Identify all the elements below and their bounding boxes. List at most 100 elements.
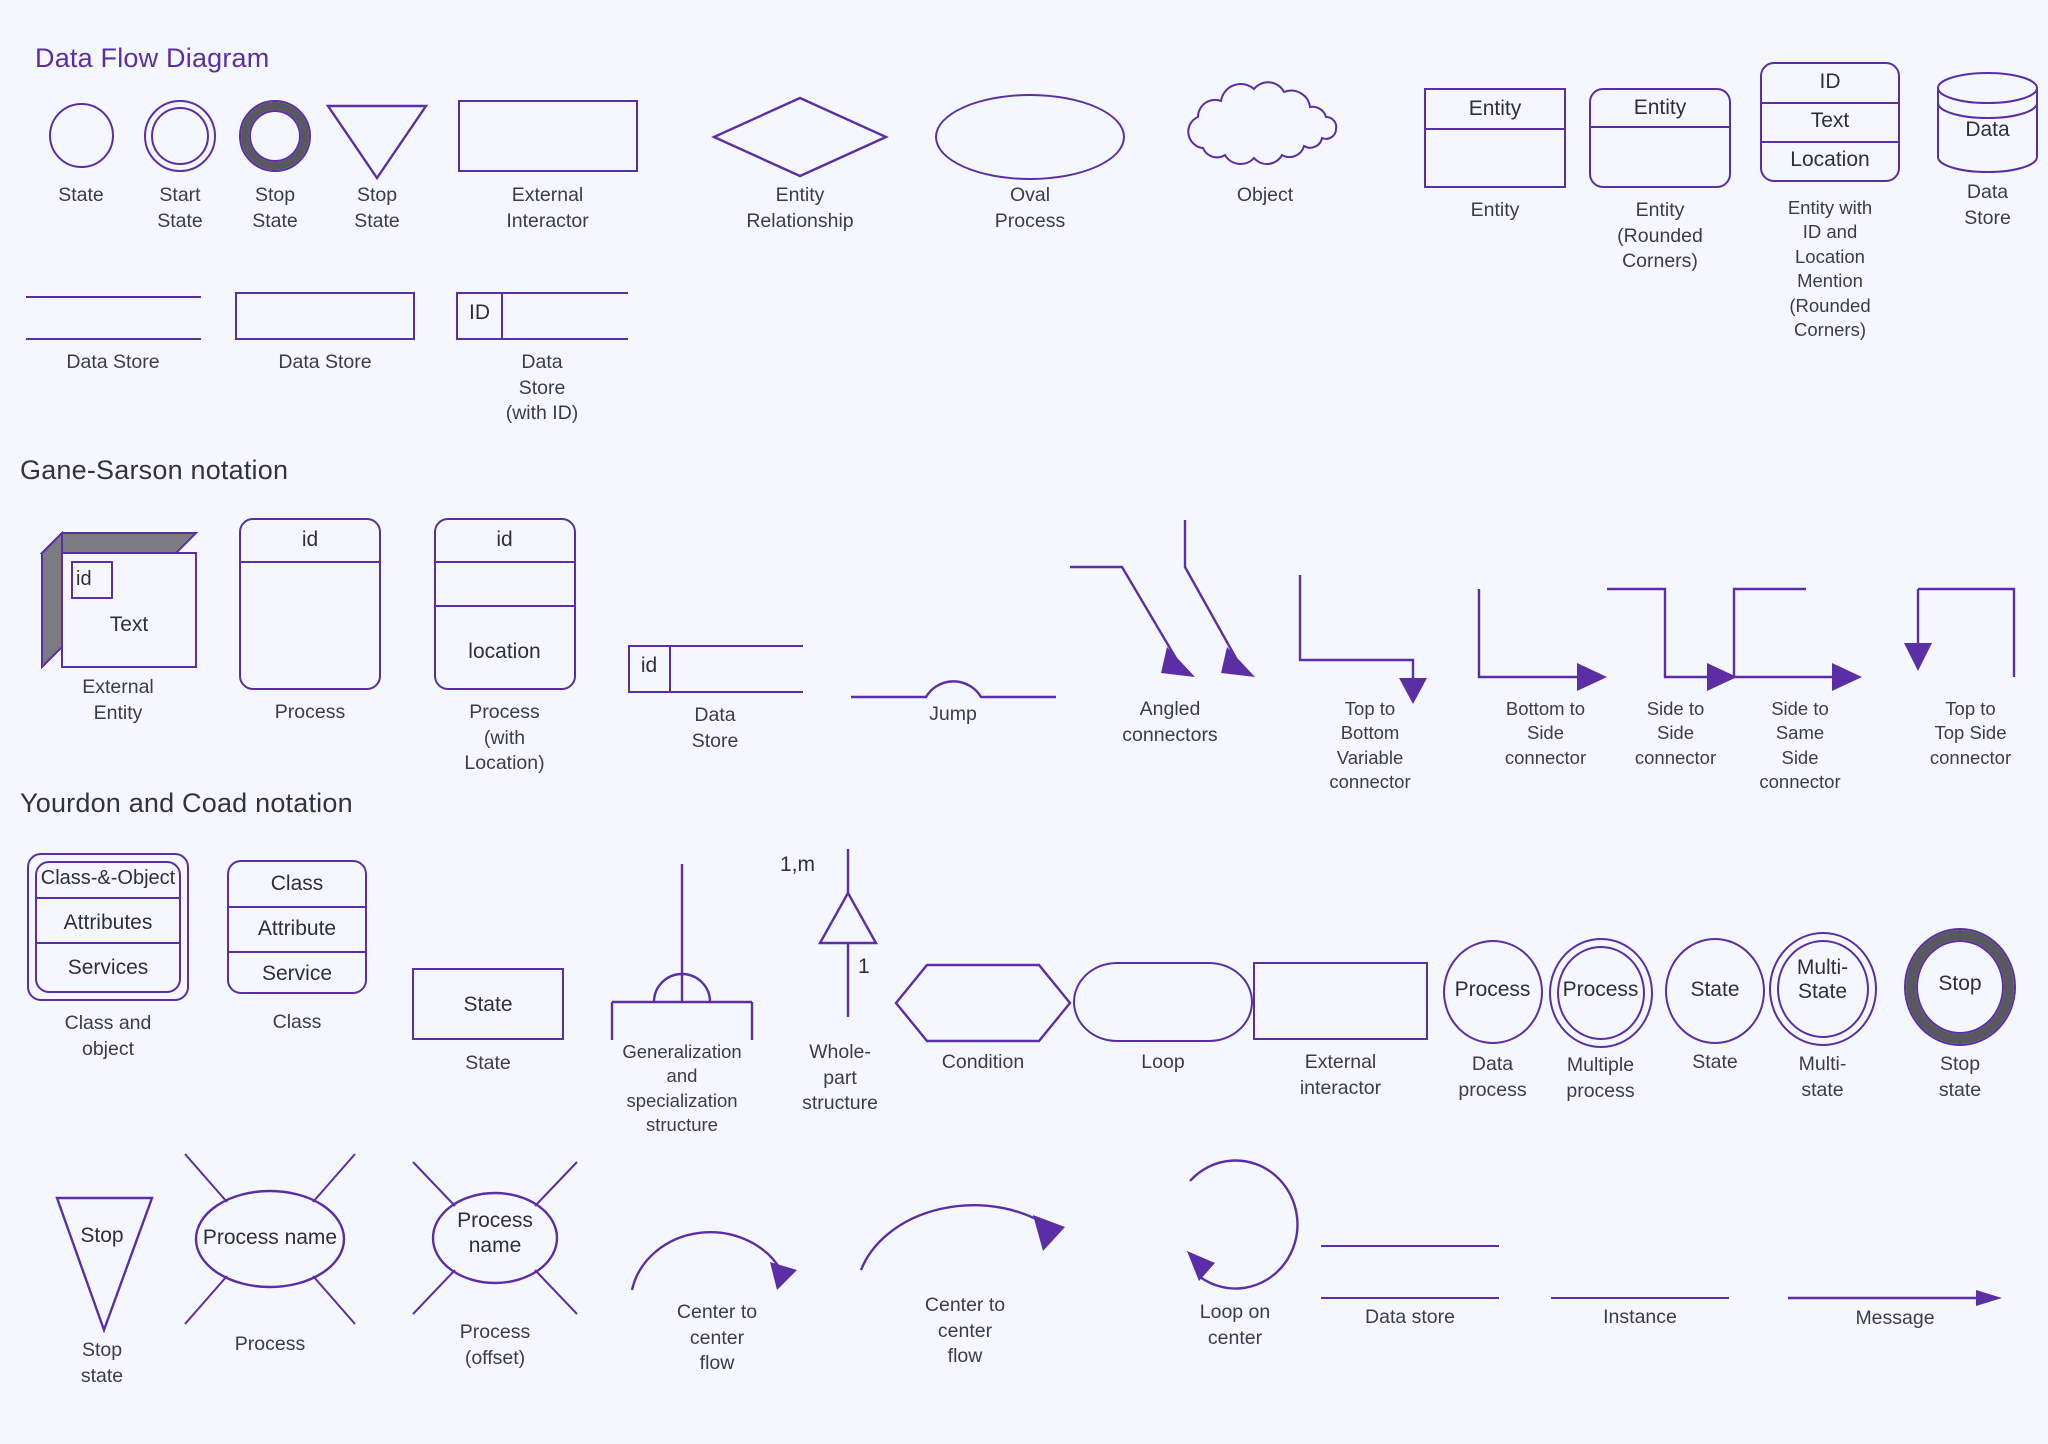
closed-data-store-icon [235,292,415,340]
class-object-title: Class-&-Object [40,867,176,889]
thick-ring-icon [239,100,311,172]
entity-box-icon: Entity [1424,88,1566,188]
shape-item-stop-state-triangle-label[interactable]: Stop Stop state [22,1190,182,1387]
class-title: Class [270,872,324,895]
shape-item-process-rays[interactable]: Process name Process [170,1150,370,1355]
services-label: Services [67,956,149,979]
shape-caption: Data Store [278,351,372,373]
stop-label: Stop [1938,972,1982,995]
shape-caption: Data Store [1964,181,2011,229]
attributes-label: Attributes [63,911,153,934]
process-name-label: Process name [457,1209,533,1258]
shape-caption: Entity with ID and Location Mention (Rou… [1787,197,1873,341]
shape-item-external-entity[interactable]: id Text External Entity [28,520,208,724]
service-label: Service [261,962,333,985]
shape-item-external-interactor[interactable]: External Interactor [455,100,640,232]
shape-item-data-store-cylinder[interactable]: Data Data Store [1925,70,2048,229]
entity-three-row-rounded-icon: ID Text Location [1760,62,1900,182]
shape-caption: Condition [941,1051,1025,1073]
shape-item-data-store-with-id[interactable]: ID Data Store (with ID) [452,292,632,424]
process-id-label: id [301,528,319,551]
shape-item-condition[interactable]: Condition [888,962,1078,1073]
shape-item-data-store-closed[interactable]: Data Store [230,292,420,373]
state-rectangle-icon: State [412,968,564,1040]
process-location-label: location [468,640,541,663]
angled-connectors-icon [1070,520,1255,677]
jump-icon [850,680,1056,699]
entity-cell-id: ID [1819,70,1841,93]
shape-item-stop-state-yourdon[interactable]: Stop Stop state [1885,928,2035,1101]
shape-caption: Top to Bottom Variable connector [1329,698,1411,793]
shape-item-external-interactor-yourdon[interactable]: External interactor [1248,962,1433,1099]
text-label: Text [109,613,149,636]
triangle-stop-icon: Stop [42,1190,162,1334]
double-circle-state-icon: Multi- State [1768,932,1877,1046]
shape-caption: State [1692,1051,1738,1073]
multiplicity-label-1: 1 [858,955,870,978]
arc-arrow-small-icon [630,1230,797,1291]
shape-item-multi-state[interactable]: Multi- State Multi-state [1750,932,1895,1101]
shape-caption: Message [1855,1307,1935,1329]
shape-item-class[interactable]: Class Attribute Service Class [222,860,372,1033]
shape-item-entity-relationship[interactable]: Entity Relationship [700,94,900,232]
shape-caption: External Interactor [506,184,589,232]
shape-item-class-and-object[interactable]: Class-&-Object Attributes Services Class… [18,853,198,1060]
shape-item-instance[interactable]: Instance [1545,1297,1735,1328]
shape-item-side-to-same-side-connector[interactable]: Side to Same Side connector [1720,585,1880,792]
shape-item-oval-process[interactable]: Oval Process [930,94,1130,232]
shape-item-data-store-two-lines[interactable]: Data store [1315,1245,1505,1328]
shape-item-data-store-open[interactable]: Data Store [18,296,208,373]
shape-caption: External interactor [1299,1051,1382,1099]
shape-item-state-rect[interactable]: State State [408,968,568,1074]
shape-caption: Multi-state [1798,1053,1847,1101]
shape-item-center-to-center-flow-small[interactable]: Center to center flow [612,1190,822,1374]
shape-caption: Data process [1458,1053,1527,1101]
shape-caption: Side to Same Side connector [1759,698,1841,793]
shape-caption: Bottom to Side connector [1504,698,1587,768]
shape-item-loop-on-center[interactable]: Loop on center [1140,1155,1330,1349]
two-lines-icon [1321,1245,1499,1299]
rectangle-icon [457,100,638,172]
shape-caption: Process (offset) [459,1321,531,1369]
id-label: id [76,568,92,590]
shape-item-stop-state-triangle[interactable]: Stop State [312,100,442,232]
cloud-icon [1187,81,1338,165]
top-to-bottom-variable-connector-icon [1298,575,1427,704]
shape-item-gane-data-store[interactable]: id Data Store [625,645,805,752]
double-circle-process-icon: Process [1548,938,1653,1048]
section-title-yourdon-coad: Yourdon and Coad notation [20,788,353,818]
entity-cell-label: Entity [1468,97,1522,120]
shape-item-jump[interactable]: Jump [848,645,1058,725]
class-icon: Class Attribute Service [227,860,367,994]
id-cell-label: id [640,654,658,677]
state-label: State [463,993,513,1016]
shape-item-generalization[interactable]: Generalization and specialization struct… [592,862,772,1135]
shape-item-entity-rounded[interactable]: Entity Entity (Rounded Corners) [1580,88,1740,272]
shape-item-process[interactable]: id Process [230,518,390,723]
shape-caption: Data Store (with ID) [505,351,579,425]
shape-item-process-rays-offset[interactable]: Process name Process (offset) [400,1158,590,1369]
loop-shape-icon [1073,962,1253,1042]
shape-item-object[interactable]: Object [1165,78,1365,206]
shape-caption: Generalization and specialization struct… [622,1041,742,1136]
cylinder-label: Data [1965,118,2010,141]
shape-item-angled-connectors[interactable]: Angled connectors [1065,515,1275,746]
shape-item-top-to-bottom-variable-connector[interactable]: Top to Bottom Variable connector [1290,570,1450,792]
shape-item-process-with-location[interactable]: id location Process (with Location) [422,518,587,774]
stop-label: Stop [80,1224,124,1247]
shape-item-message[interactable]: Message [1780,1286,2010,1329]
section-title-data-flow-diagram: Data Flow Diagram [35,43,270,73]
shape-item-center-to-center-flow-large[interactable]: Center to center flow [850,1165,1080,1367]
shape-item-loop[interactable]: Loop [1068,962,1258,1073]
shape-item-entity-id-location[interactable]: ID Text Location Entity with ID and Loca… [1740,62,1920,340]
process-with-rays-icon: Process name [175,1150,365,1328]
shape-item-entity[interactable]: Entity Entity [1420,88,1570,221]
shape-caption: Side to Side connector [1634,698,1717,768]
shape-caption: Data store [1365,1306,1455,1328]
shape-caption: Instance [1603,1306,1677,1328]
shape-caption: Object [1236,184,1294,206]
thick-ring-stop-icon: Stop [1904,928,2016,1046]
shape-item-top-to-top-side-connector[interactable]: Top to Top Side connector [1888,585,2048,768]
process-label: Process [1562,978,1639,1001]
shape-caption: Entity [1470,199,1520,221]
